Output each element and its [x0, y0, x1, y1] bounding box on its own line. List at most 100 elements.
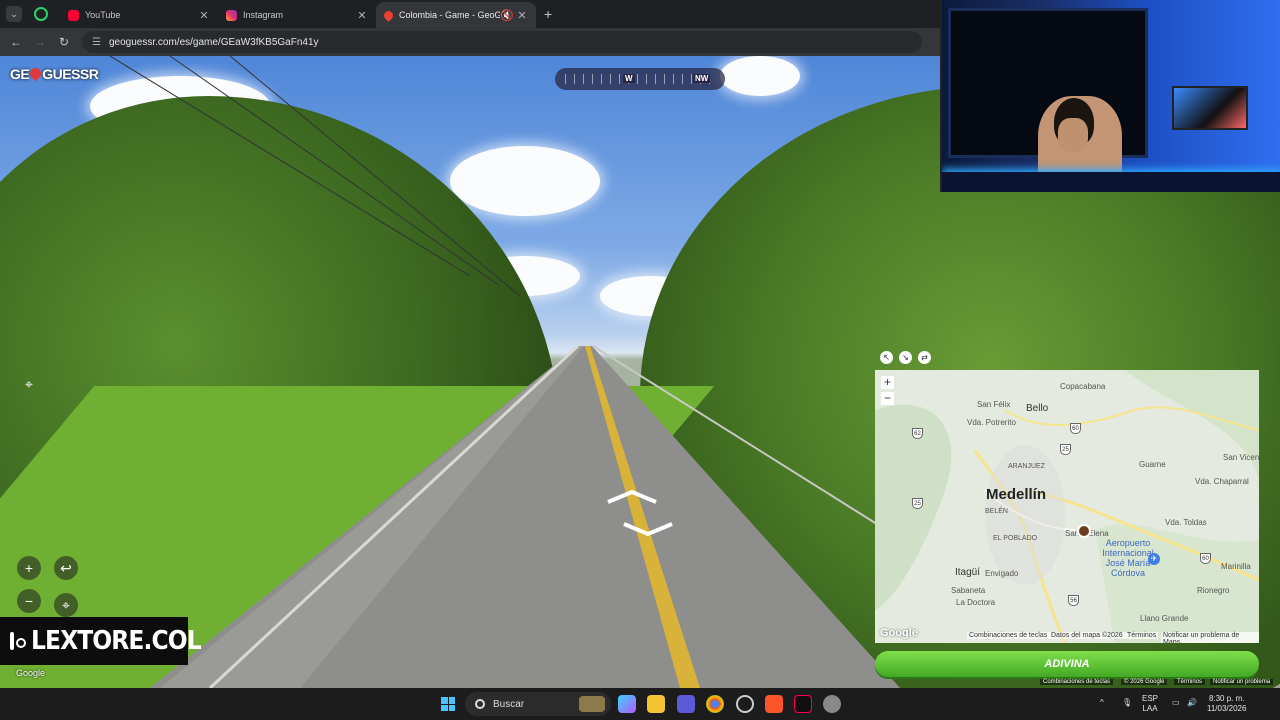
- map-label: Copacabana: [1060, 382, 1106, 391]
- search-highlight-image: [579, 696, 605, 712]
- tab-title: Instagram: [243, 10, 284, 20]
- undo-move-icon[interactable]: ↩: [54, 556, 78, 580]
- map-zoom-in-button[interactable]: +: [881, 376, 894, 389]
- pin-map-icon[interactable]: ⇄: [918, 351, 931, 364]
- windows-taskbar: Buscar ^ 🎙 ESP LAA ▭ 🔊 8:30 p. m. 11/03/…: [0, 688, 1280, 720]
- clock-time: 8:30 p. m.: [1208, 694, 1245, 703]
- reload-icon[interactable]: ↻: [52, 35, 76, 49]
- language-code: ESP: [1142, 694, 1159, 703]
- guess-map[interactable]: + − Copacabana Bello San Félix Vda. Potr…: [875, 370, 1259, 643]
- streamer-handle: LEXTORE.COL: [31, 626, 202, 656]
- move-back-arrow: [623, 522, 673, 537]
- url-text: geoguessr.com/es/game/GEaW3fKB5GaFn41y: [108, 36, 319, 48]
- return-to-start-icon[interactable]: ⌖: [54, 593, 78, 617]
- microphone-icon[interactable]: 🎙: [1122, 698, 1132, 708]
- search-icon: [475, 699, 485, 709]
- move-forward-arrow: [607, 489, 657, 504]
- webcam-overlay: [940, 0, 1280, 192]
- compass-bar: W NW: [555, 68, 725, 90]
- map-terrain: [875, 370, 1259, 643]
- youtube-icon: [68, 9, 79, 21]
- keyboard-language[interactable]: ESP LAA: [1142, 694, 1158, 714]
- map-pin-icon: [382, 8, 395, 22]
- shrink-map-icon[interactable]: ↘: [899, 351, 912, 364]
- screen: ⌄ YouTube ✕ Instagram ✕ Colombia - Game …: [0, 0, 1280, 720]
- new-tab-icon[interactable]: +: [544, 6, 552, 22]
- tab-title: Colombia - Game - GeoGuessr: [399, 10, 500, 20]
- brave-icon[interactable]: [765, 695, 783, 713]
- google-watermark: Google: [16, 668, 46, 678]
- map-label: Rionegro: [1197, 586, 1230, 595]
- volume-icon[interactable]: 🔊: [1187, 698, 1197, 708]
- compass-west: W: [623, 74, 635, 83]
- windows-start-icon[interactable]: [441, 697, 455, 711]
- whatsapp-pinned-tab-icon[interactable]: [34, 7, 48, 21]
- geoguessr-logo[interactable]: GE GUESSR: [10, 65, 99, 82]
- sv-footer-report[interactable]: Notificar un problema: [1210, 679, 1274, 685]
- tab-close-icon[interactable]: ✕: [356, 9, 368, 22]
- tab-search-icon[interactable]: ⌄: [6, 6, 22, 22]
- compass-northwest: NW: [693, 74, 711, 83]
- file-explorer-icon[interactable]: [647, 695, 665, 713]
- map-footer-shortcuts[interactable]: Combinaciones de teclas: [967, 632, 1050, 639]
- tiktok-icon[interactable]: [794, 695, 812, 713]
- map-label: San Félix: [977, 400, 1011, 409]
- clock[interactable]: 8:30 p. m. 11/03/2026: [1207, 694, 1246, 714]
- map-size-controls: ↖ ↘ ⇄: [880, 351, 931, 364]
- map-label: Itagüí: [955, 567, 981, 578]
- map-zoom-out-button[interactable]: −: [881, 392, 894, 405]
- app-icon[interactable]: [677, 695, 695, 713]
- taskbar-search[interactable]: Buscar: [465, 692, 611, 716]
- webcam-desk: [942, 172, 1280, 192]
- map-label: Bello: [1026, 403, 1049, 414]
- network-icon[interactable]: ▭: [1172, 698, 1180, 708]
- tab-instagram[interactable]: Instagram ✕: [218, 2, 376, 28]
- expand-map-icon[interactable]: ↖: [880, 351, 893, 364]
- map-label: Vda. Toldas: [1165, 518, 1207, 527]
- google-map-logo: Google: [880, 627, 918, 639]
- url-field[interactable]: ☰ geoguessr.com/es/game/GEaW3fKB5GaFn41y: [82, 31, 922, 53]
- zoom-out-button[interactable]: −: [17, 589, 41, 613]
- player-avatar-marker[interactable]: [1077, 524, 1091, 538]
- route-shield: 25: [1060, 444, 1071, 455]
- chrome-icon[interactable]: [706, 695, 724, 713]
- tray-overflow-icon[interactable]: ^: [1100, 698, 1104, 708]
- map-label: EL POBLADO: [993, 535, 1038, 542]
- map-label: Guarne: [1139, 460, 1166, 469]
- map-label: Sabaneta: [951, 586, 986, 595]
- map-footer-report[interactable]: Notificar un problema de Maps: [1161, 632, 1259, 643]
- settings-icon[interactable]: [823, 695, 841, 713]
- streamer-watermark: LEXTORE.COL: [0, 617, 202, 665]
- layout-code: LAA: [1142, 704, 1158, 713]
- tab-close-icon[interactable]: ✕: [198, 9, 210, 22]
- back-icon[interactable]: ←: [4, 35, 28, 49]
- obs-icon[interactable]: [736, 695, 754, 713]
- map-label: Marinilla: [1221, 562, 1251, 571]
- site-info-icon[interactable]: ☰: [92, 37, 101, 48]
- map-footer-terms[interactable]: Términos: [1125, 632, 1159, 639]
- instagram-icon: [226, 9, 237, 21]
- logo-text-left: GE: [10, 66, 30, 82]
- sv-footer-shortcuts[interactable]: Combinaciones de teclas: [1040, 679, 1114, 685]
- webcam-streamer-face: [1058, 118, 1088, 152]
- zoom-in-button[interactable]: +: [17, 556, 41, 580]
- logo-text-right: GUESSR: [42, 66, 99, 82]
- webcam-monitor: [1172, 86, 1248, 130]
- set-checkpoint-icon[interactable]: ⌖: [18, 376, 40, 398]
- map-label: Vda. Chaparral: [1195, 477, 1249, 486]
- copilot-icon[interactable]: [618, 695, 636, 713]
- guess-button[interactable]: ADIVINA: [875, 651, 1259, 677]
- airport-icon: ✈: [1148, 553, 1160, 565]
- map-label: Envigado: [985, 569, 1019, 578]
- tab-youtube[interactable]: YouTube ✕: [60, 2, 218, 28]
- forward-icon[interactable]: →: [28, 35, 52, 49]
- clock-date: 11/03/2026: [1207, 704, 1247, 713]
- tab-close-icon[interactable]: ✕: [516, 9, 528, 22]
- route-shield: 62: [912, 428, 923, 439]
- sv-footer-terms[interactable]: Términos: [1174, 679, 1206, 685]
- map-label: BELÉN: [985, 508, 1008, 515]
- movement-arrows[interactable]: [600, 484, 680, 544]
- map-label: San Vicen: [1223, 453, 1259, 462]
- tab-geoguessr[interactable]: Colombia - Game - GeoGuessr 🔇 ✕: [376, 2, 536, 28]
- tab-mute-icon[interactable]: 🔇: [500, 9, 514, 22]
